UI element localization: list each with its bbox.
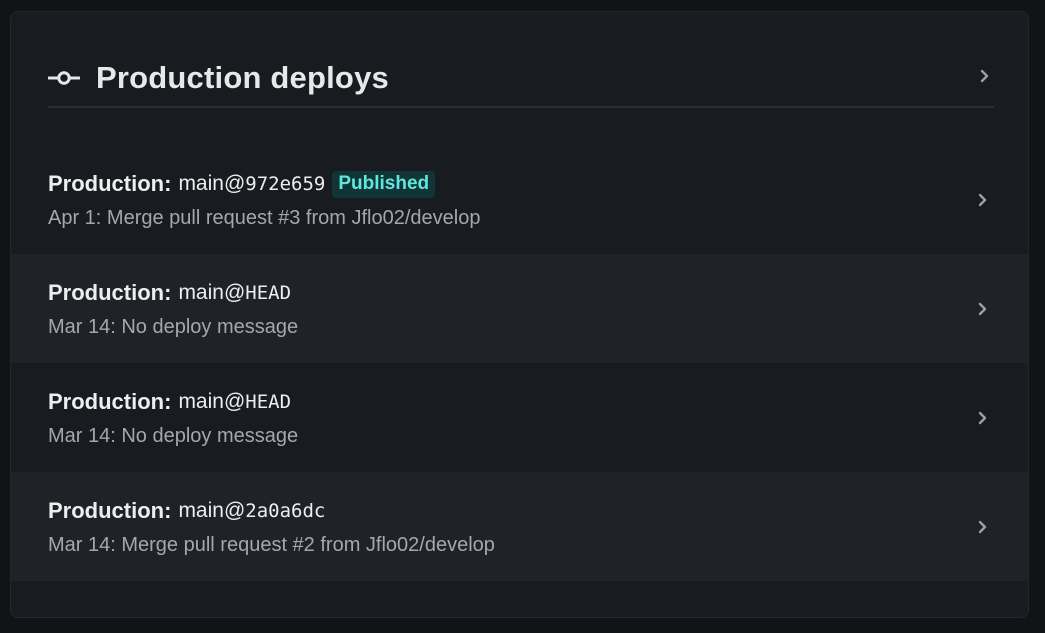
deploy-environment-label: Production: bbox=[48, 498, 172, 523]
deploy-message: Mar 14: No deploy message bbox=[48, 425, 299, 447]
deploy-commit: 972e659 bbox=[245, 173, 326, 195]
deploy-title: Production: main@HEAD bbox=[48, 278, 291, 308]
panel-header[interactable]: Production deploys bbox=[48, 50, 994, 108]
deploy-environment-label: Production: bbox=[48, 171, 172, 196]
deploy-ref: main@HEAD bbox=[178, 281, 291, 305]
deploy-message: Apr 1: Merge pull request #3 from Jflo02… bbox=[48, 207, 481, 229]
deploy-list: Production: main@972e659 Published Apr 1… bbox=[11, 145, 1028, 581]
deploys-panel: Production deploys Production: main@972e… bbox=[10, 11, 1029, 618]
deploy-row[interactable]: Production: main@972e659 Published Apr 1… bbox=[11, 145, 1028, 254]
chevron-right-icon[interactable] bbox=[976, 517, 990, 537]
deploy-ref: main@HEAD bbox=[178, 390, 291, 414]
deploy-commit: HEAD bbox=[245, 391, 292, 413]
deploy-message: Mar 14: No deploy message bbox=[48, 316, 299, 338]
page-title: Production deploys bbox=[96, 60, 389, 95]
deploy-ref: main@972e659 bbox=[178, 172, 325, 196]
deploy-environment-label: Production: bbox=[48, 280, 172, 305]
deploy-commit: HEAD bbox=[245, 282, 292, 304]
deploy-branch: main@ bbox=[178, 281, 246, 304]
deploy-commit: 2a0a6dc bbox=[245, 500, 326, 522]
deploy-row[interactable]: Production: main@2a0a6dc Mar 14: Merge p… bbox=[11, 472, 1028, 581]
deploy-title: Production: main@HEAD bbox=[48, 387, 291, 417]
deploy-branch: main@ bbox=[178, 390, 246, 413]
chevron-right-icon[interactable] bbox=[978, 66, 992, 86]
deploy-branch: main@ bbox=[178, 499, 246, 522]
deploy-message: Mar 14: Merge pull request #2 from Jflo0… bbox=[48, 534, 495, 556]
deploy-environment-label: Production: bbox=[48, 389, 172, 414]
deploy-title: Production: main@2a0a6dc bbox=[48, 496, 325, 526]
status-badge: Published bbox=[332, 170, 436, 198]
chevron-right-icon[interactable] bbox=[976, 408, 990, 428]
commit-icon bbox=[48, 68, 80, 88]
deploy-title: Production: main@972e659 Published bbox=[48, 169, 436, 199]
chevron-right-icon[interactable] bbox=[976, 190, 990, 210]
deploy-row[interactable]: Production: main@HEAD Mar 14: No deploy … bbox=[11, 254, 1028, 363]
chevron-right-icon[interactable] bbox=[976, 299, 990, 319]
deploy-branch: main@ bbox=[178, 172, 246, 195]
deploy-ref: main@2a0a6dc bbox=[178, 499, 325, 523]
deploy-row[interactable]: Production: main@HEAD Mar 14: No deploy … bbox=[11, 363, 1028, 472]
